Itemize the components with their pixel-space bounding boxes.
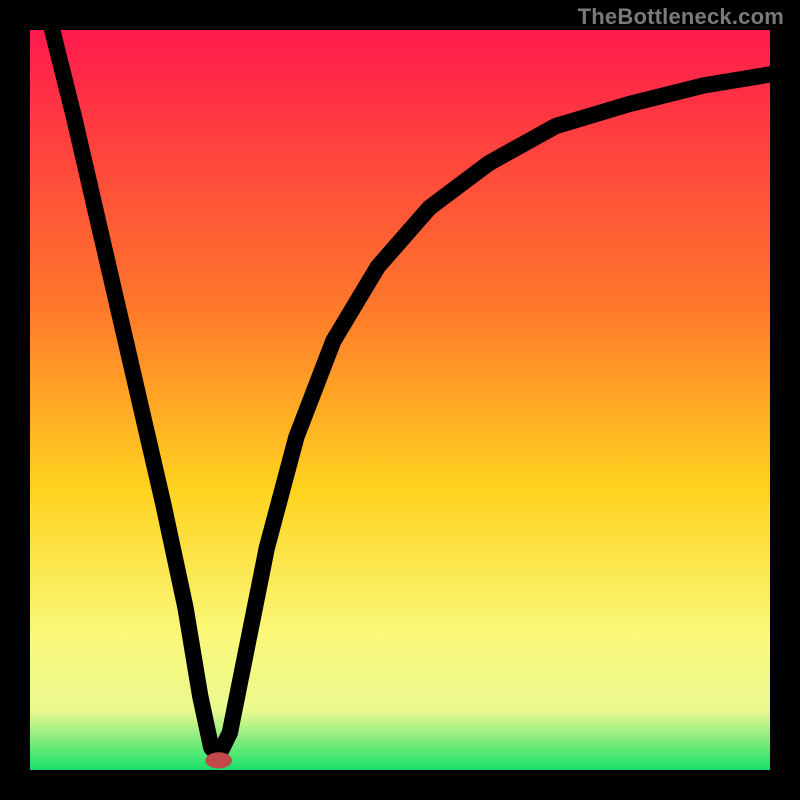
optimal-point-marker [205,752,232,768]
chart-frame: TheBottleneck.com [0,0,800,800]
plot-area [30,30,770,770]
chart-svg [30,30,770,770]
watermark-text: TheBottleneck.com [578,4,784,30]
